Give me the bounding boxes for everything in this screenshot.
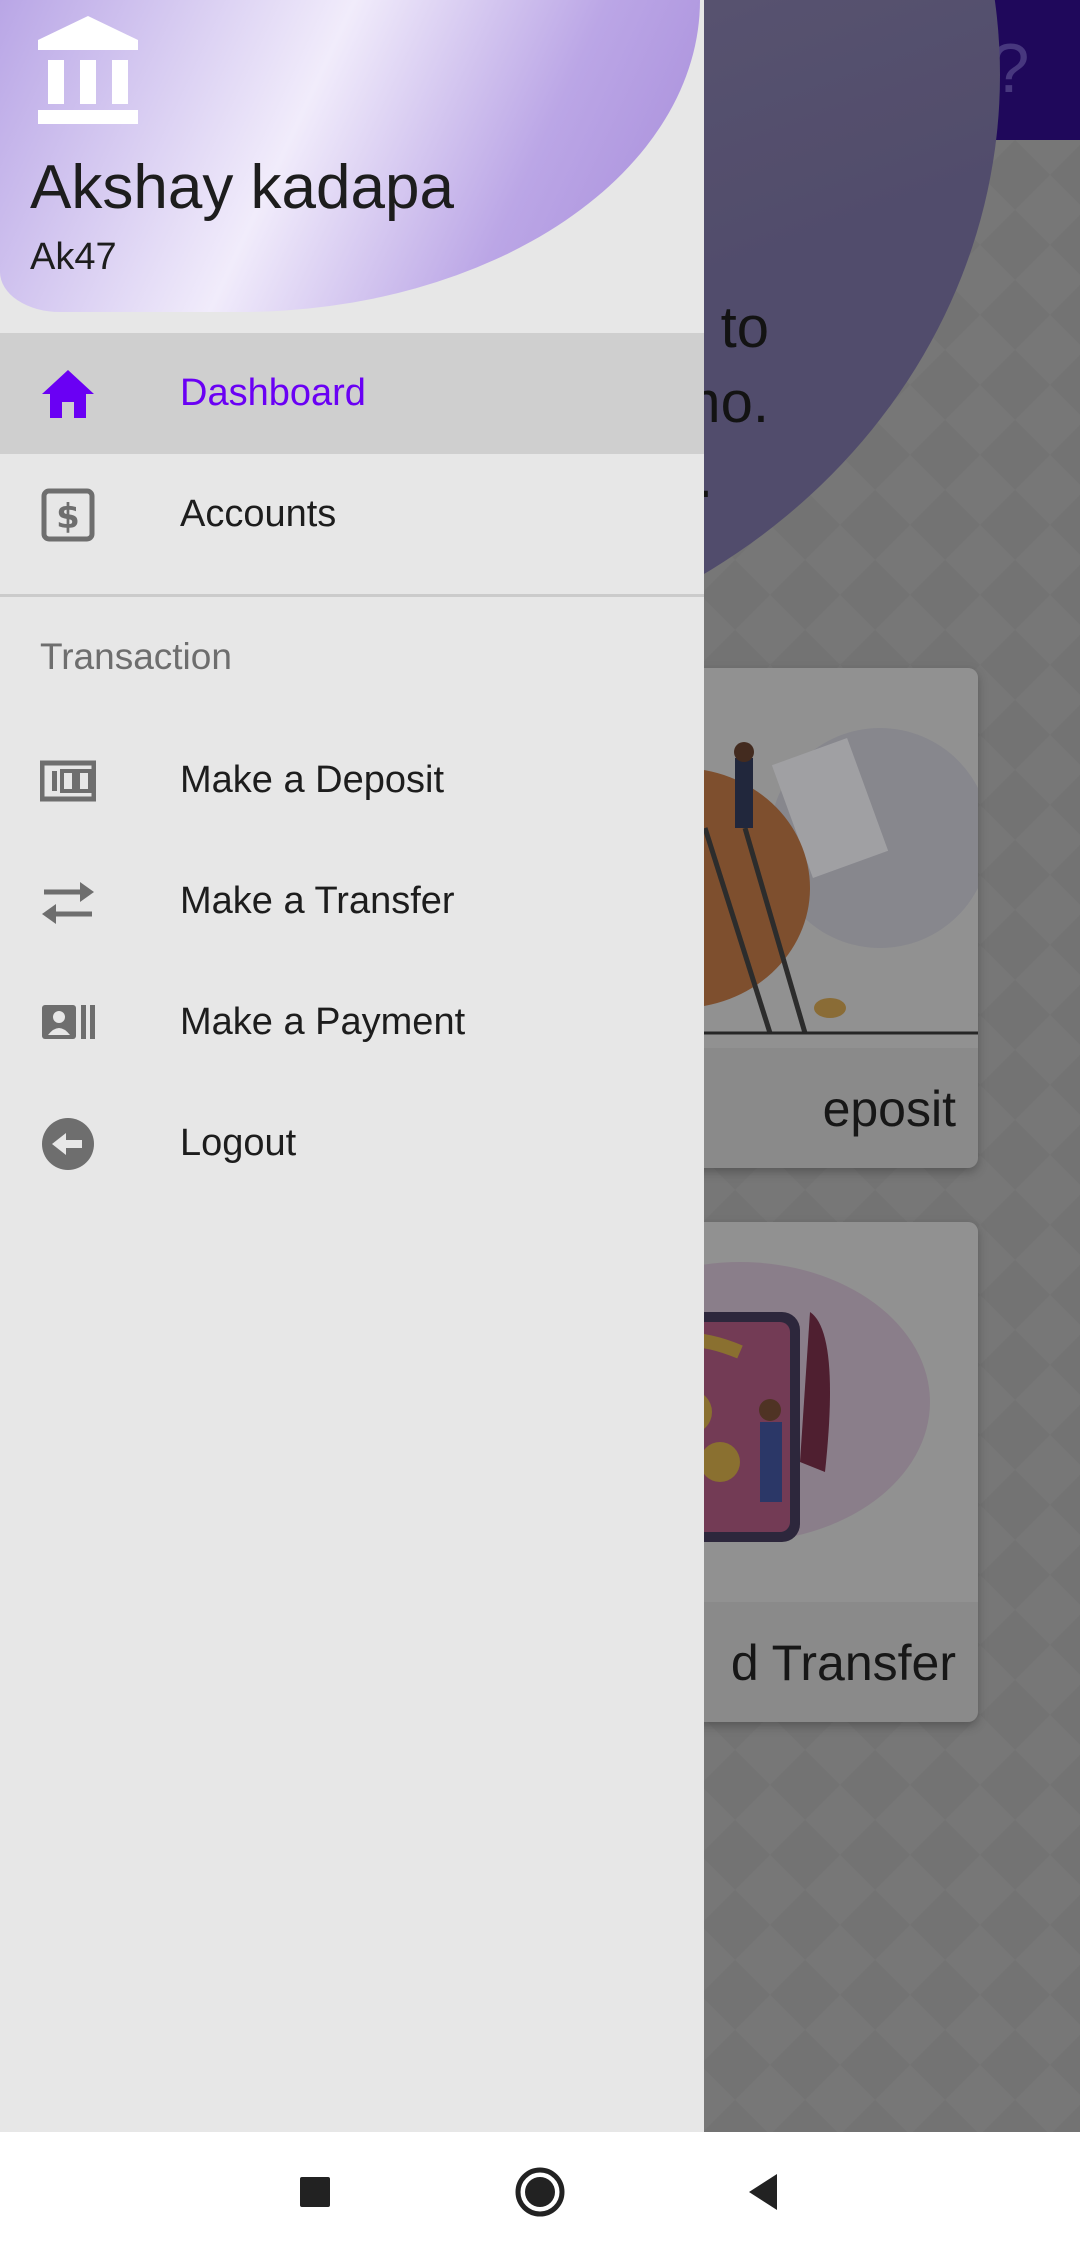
dollar-box-icon: $	[41, 488, 95, 542]
back-triangle-icon[interactable]	[735, 2162, 795, 2222]
home-icon	[42, 370, 94, 418]
svg-text:$: $	[56, 497, 80, 537]
user-full-name: Akshay kadapa	[30, 153, 454, 222]
transfer-arrows-icon	[42, 882, 94, 924]
drawer-item-label: Make a Deposit	[180, 759, 445, 801]
payment-card-icon	[42, 1005, 95, 1039]
bank-icon	[38, 16, 138, 124]
drawer-item-transfer[interactable]: Make a Transfer	[0, 841, 704, 962]
username: Ak47	[30, 236, 117, 278]
home-circle-icon[interactable]	[510, 2162, 570, 2222]
drawer-item-label: Accounts	[180, 493, 337, 535]
drawer-item-accounts[interactable]: $ Accounts	[0, 454, 704, 575]
drawer-item-label: Dashboard	[180, 372, 366, 414]
drawer-item-label: Make a Transfer	[180, 880, 455, 922]
drawer-item-dashboard[interactable]: Dashboard	[0, 333, 704, 454]
drawer-divider	[0, 594, 704, 597]
navigation-drawer: Akshay kadapa Ak47 Dashboard $ Accounts …	[0, 0, 704, 2132]
drawer-item-label: Make a Payment	[180, 1001, 466, 1043]
section-title-transaction: Transaction	[40, 636, 232, 677]
recents-square-icon[interactable]	[285, 2162, 345, 2222]
drawer-item-label: Logout	[180, 1122, 297, 1164]
system-navigation-bar	[0, 2132, 1080, 2251]
drawer-header: Akshay kadapa Ak47	[0, 0, 700, 312]
deposit-icon	[40, 760, 96, 802]
drawer-item-logout[interactable]: Logout	[0, 1083, 704, 1204]
logout-icon	[42, 1118, 94, 1170]
drawer-item-payment[interactable]: Make a Payment	[0, 962, 704, 1083]
drawer-item-deposit[interactable]: Make a Deposit	[0, 720, 704, 841]
